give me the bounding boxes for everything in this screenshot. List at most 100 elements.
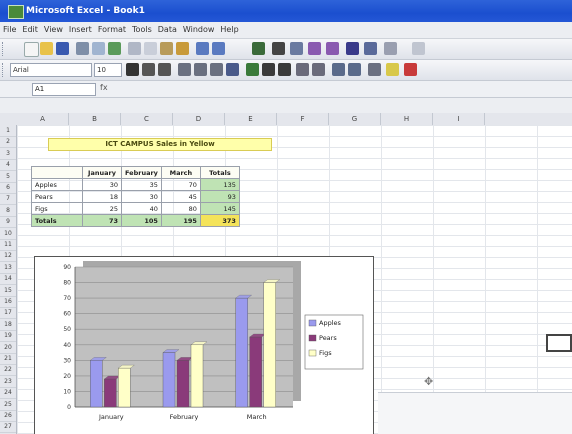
value-cell[interactable]: 25 [82,202,122,215]
header-cell[interactable]: February [121,166,162,179]
value-cell[interactable]: 30 [121,190,162,203]
row-header-9[interactable]: 9 [0,216,16,229]
font-size-select[interactable]: 10 [94,63,122,77]
row-header-15[interactable]: 15 [0,285,16,297]
underline-icon[interactable] [158,63,171,76]
total-cell[interactable]: 145 [199,202,240,215]
column-header-g[interactable]: G [329,113,381,125]
column-header-i[interactable]: I [433,113,485,125]
row-header-5[interactable]: 5 [0,171,16,183]
menu-edit[interactable]: Edit [19,22,41,34]
row-header-27[interactable]: 27 [0,421,16,434]
font-color-icon[interactable] [404,63,417,76]
row-header-20[interactable]: 20 [0,342,16,354]
value-cell[interactable]: 45 [160,190,201,203]
embedded-chart[interactable]: 0 10 20 30 40 50 60 70 80 90 January February March A… [34,256,374,434]
total-cell[interactable]: 93 [199,190,240,203]
autosum-icon[interactable] [272,42,285,55]
sort-ascending-icon[interactable] [308,42,321,55]
row-header-25[interactable]: 25 [0,399,16,411]
grand-total-cell[interactable]: 373 [199,214,240,227]
fill-color-icon[interactable] [386,63,399,76]
row-header-17[interactable]: 17 [0,307,16,320]
hyperlink-icon[interactable] [252,42,265,55]
column-header-h[interactable]: H [381,113,433,125]
header-cell[interactable] [31,166,83,179]
menu-file[interactable]: File [0,22,19,34]
row-header-10[interactable]: 10 [0,228,16,240]
print-icon[interactable] [76,42,89,55]
row-header-23[interactable]: 23 [0,376,16,388]
row-header-16[interactable]: 16 [0,296,16,308]
bold-icon[interactable] [126,63,139,76]
borders-icon[interactable] [368,63,381,76]
chart-wizard-icon[interactable] [346,42,359,55]
menu-window[interactable]: Window [180,22,218,34]
selection-handle[interactable] [546,334,572,352]
row-label-cell[interactable]: Figs [31,202,83,215]
row-label-cell[interactable]: Pears [31,190,83,203]
column-header-d[interactable]: D [173,113,225,125]
new-icon[interactable] [24,42,39,57]
align-left-icon[interactable] [178,63,191,76]
header-cell[interactable]: March [160,166,201,179]
merge-center-icon[interactable] [226,63,239,76]
menu-help[interactable]: Help [217,22,241,34]
comma-style-icon[interactable] [278,63,291,76]
value-cell[interactable]: 18 [82,190,122,203]
toolbar-gripper[interactable] [2,63,6,77]
row-header-24[interactable]: 24 [0,387,16,400]
function-icon[interactable] [290,42,303,55]
align-right-icon[interactable] [210,63,223,76]
decrease-indent-icon[interactable] [332,63,345,76]
menu-data[interactable]: Data [155,22,180,34]
value-cell[interactable]: 35 [121,178,162,191]
row-header-8[interactable]: 8 [0,205,16,217]
row-header-12[interactable]: 12 [0,250,16,263]
column-header-f[interactable]: F [277,113,329,125]
print-preview-icon[interactable] [92,42,105,55]
spelling-icon[interactable] [108,42,121,55]
sort-descending-icon[interactable] [326,42,339,55]
value-cell[interactable]: 70 [160,178,201,191]
redo-icon[interactable] [212,42,225,55]
row-header-7[interactable]: 7 [0,193,16,206]
total-cell[interactable]: 105 [121,214,162,227]
row-header-2[interactable]: 2 [0,136,16,149]
value-cell[interactable]: 80 [160,202,201,215]
menu-format[interactable]: Format [95,22,129,34]
row-header-11[interactable]: 11 [0,239,16,251]
column-header-b[interactable]: B [69,113,121,125]
column-header-e[interactable]: E [225,113,277,125]
italic-icon[interactable] [142,63,155,76]
row-header-14[interactable]: 14 [0,273,16,286]
undo-icon[interactable] [196,42,209,55]
name-box[interactable]: A1 [32,83,96,96]
row-header-18[interactable]: 18 [0,319,16,331]
fx-icon[interactable]: fx [100,83,108,92]
header-cell[interactable]: January [82,166,122,179]
row-header-21[interactable]: 21 [0,353,16,365]
column-header-a[interactable]: A [17,113,69,125]
row-header-4[interactable]: 4 [0,159,16,172]
format-painter-icon[interactable] [176,42,189,55]
increase-indent-icon[interactable] [348,63,361,76]
zoom-icon[interactable] [384,42,397,55]
toolbar-gripper[interactable] [2,42,6,56]
save-icon[interactable] [56,42,69,55]
currency-icon[interactable] [246,63,259,76]
row-header-1[interactable]: 1 [0,125,16,137]
row-label-cell[interactable]: Apples [31,178,83,191]
increase-decimal-icon[interactable] [296,63,309,76]
menu-tools[interactable]: Tools [129,22,155,34]
header-cell[interactable]: Totals [199,166,240,179]
align-center-icon[interactable] [194,63,207,76]
drawing-icon[interactable] [364,42,377,55]
decrease-decimal-icon[interactable] [312,63,325,76]
percent-icon[interactable] [262,63,275,76]
column-header-c[interactable]: C [121,113,173,125]
row-header-6[interactable]: 6 [0,182,16,194]
row-header-26[interactable]: 26 [0,410,16,422]
total-cell[interactable]: 195 [160,214,201,227]
value-cell[interactable]: 30 [82,178,122,191]
